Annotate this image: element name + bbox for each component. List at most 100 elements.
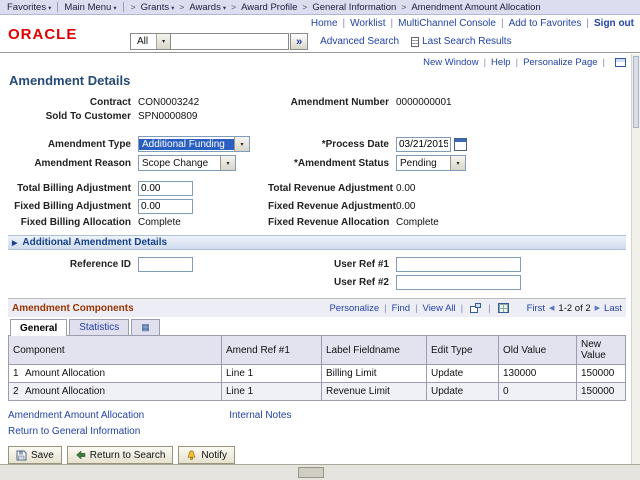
next-row-icon[interactable]: ▶ xyxy=(595,304,600,312)
tab-general[interactable]: General xyxy=(10,319,68,336)
reference-id-label: Reference ID xyxy=(69,259,131,270)
breadcrumb-separator: > xyxy=(401,2,407,12)
column-old-value[interactable]: Old Value xyxy=(498,335,577,365)
view-all-link[interactable]: View All xyxy=(423,303,456,314)
chevron-down-icon[interactable]: ▾ xyxy=(156,34,171,49)
pager-range: 1-2 of 2 xyxy=(558,302,591,314)
column-edit-type[interactable]: Edit Type xyxy=(426,335,499,365)
amendment-type-label: Amendment Type xyxy=(47,138,131,150)
process-date-label: *Process Date xyxy=(321,138,389,150)
breadcrumb-favorites[interactable]: Favorites ▾ xyxy=(5,2,53,13)
personalize-link[interactable]: Personalize xyxy=(329,303,379,314)
chevron-down-icon[interactable]: ▾ xyxy=(234,137,249,151)
user-ref-1-label: User Ref #1 xyxy=(333,259,389,270)
additional-amendment-details-section[interactable]: ▶ Additional Amendment Details xyxy=(8,235,626,250)
find-link[interactable]: Find xyxy=(392,303,410,314)
grid-tabs: General Statistics ▦ xyxy=(8,317,626,336)
amendment-reason-select[interactable]: Scope Change ▾ xyxy=(138,155,236,171)
grid-pager: First ◀ 1-2 of 2 ▶ Last xyxy=(527,303,622,314)
fixed-billing-adjustment-input[interactable] xyxy=(138,199,193,214)
breadcrumb-grants[interactable]: Grants ▾ xyxy=(139,2,177,13)
search-input[interactable] xyxy=(171,33,290,50)
new-window-link[interactable]: New Window xyxy=(423,57,478,68)
return-to-general-information-link[interactable]: Return to General Information xyxy=(8,426,140,437)
chevron-down-icon: ▾ xyxy=(171,4,175,12)
worklist-link[interactable]: Worklist xyxy=(350,18,385,29)
home-link[interactable]: Home xyxy=(311,18,338,29)
application-window: Favorites ▾ Main Menu ▾ > Grants ▾ > Awards… xyxy=(0,0,640,480)
column-new-value[interactable]: New Value xyxy=(576,335,626,365)
column-amend-ref-1[interactable]: Amend Ref #1 xyxy=(221,335,322,365)
amendment-number-value: 0000000001 xyxy=(396,97,452,108)
user-ref-1-input[interactable] xyxy=(396,257,521,272)
last-search-results-link[interactable]: Last Search Results xyxy=(422,36,512,47)
table-row: 1 Amount Allocation Line 1 Billing Limit … xyxy=(8,364,626,383)
vertical-scrollbar-thumb[interactable] xyxy=(633,56,639,128)
table-header-row: Component Amend Ref #1 Label Fieldname E… xyxy=(8,335,626,365)
download-grid-icon[interactable] xyxy=(497,303,509,313)
show-all-columns-tab[interactable]: ▦ xyxy=(131,319,160,335)
horizontal-scrollbar-thumb[interactable] xyxy=(298,467,324,478)
components-table: Component Amend Ref #1 Label Fieldname E… xyxy=(8,335,626,401)
divider: | xyxy=(500,18,504,29)
last-link[interactable]: Last xyxy=(604,303,622,314)
save-button[interactable]: Save xyxy=(8,446,62,464)
vertical-scrollbar[interactable] xyxy=(631,54,640,464)
breadcrumb-awards[interactable]: Awards ▾ xyxy=(187,2,228,13)
footer-links: Amendment Amount Allocation Internal Not… xyxy=(8,410,640,437)
previous-row-icon[interactable]: ◀ xyxy=(549,304,554,312)
breadcrumb: Favorites ▾ Main Menu ▾ > Grants ▾ > Awards… xyxy=(0,0,640,15)
chevron-down-icon: ▾ xyxy=(48,4,52,12)
divider: | xyxy=(384,302,387,314)
amendment-type-value: Additional Funding xyxy=(139,138,234,150)
notify-button[interactable]: Notify xyxy=(178,446,235,464)
amendment-status-select[interactable]: Pending ▾ xyxy=(396,155,466,171)
total-billing-adjustment-input[interactable] xyxy=(138,181,193,196)
advanced-search-link[interactable]: Advanced Search xyxy=(320,36,399,47)
user-ref-2-input[interactable] xyxy=(396,275,521,290)
contract-label: Contract xyxy=(89,97,131,108)
tab-statistics-label: Statistics xyxy=(79,322,120,333)
cell-component: 1 Amount Allocation xyxy=(8,364,222,383)
horizontal-scrollbar[interactable] xyxy=(0,464,640,480)
first-link[interactable]: First xyxy=(527,303,545,314)
return-to-search-button[interactable]: Return to Search xyxy=(66,446,174,464)
reference-id-input[interactable] xyxy=(138,257,193,272)
contract-value: CON0003242 xyxy=(138,97,200,108)
notify-label: Notify xyxy=(201,449,227,461)
user-ref-2-label: User Ref #2 xyxy=(333,277,389,288)
personalize-page-link[interactable]: Personalize Page xyxy=(523,57,597,68)
column-label-fieldname[interactable]: Label Fieldname xyxy=(321,335,427,365)
column-component[interactable]: Component xyxy=(8,335,222,365)
zoom-grid-icon[interactable] xyxy=(470,303,482,313)
amendment-type-select[interactable]: Additional Funding ▾ xyxy=(138,136,250,152)
sold-to-customer-label: Sold To Customer xyxy=(45,111,131,122)
add-to-favorites-link[interactable]: Add to Favorites xyxy=(509,18,582,29)
adjustment-fields: Total Billing Adjustment Total Revenue A… xyxy=(8,181,626,228)
search-scope-select[interactable]: All ▾ xyxy=(130,33,172,50)
amendment-amount-allocation-link[interactable]: Amendment Amount Allocation xyxy=(8,410,144,421)
breadcrumb-separator: > xyxy=(130,2,136,12)
tab-statistics[interactable]: Statistics xyxy=(69,319,130,335)
search-go-button[interactable]: » xyxy=(290,33,309,50)
breadcrumb-award-profile[interactable]: Award Profile xyxy=(239,2,299,13)
header: ORACLE Home | Worklist | MultiChannel Cons… xyxy=(0,15,640,53)
cell-new-value: 150000 xyxy=(576,364,626,383)
sign-out-link[interactable]: Sign out xyxy=(594,18,634,29)
cell-label-fieldname: Billing Limit xyxy=(321,364,427,383)
breadcrumb-grants-label: Grants xyxy=(140,1,170,13)
copy-url-icon[interactable] xyxy=(615,57,626,67)
chevron-down-icon[interactable]: ▾ xyxy=(220,156,235,170)
reference-fields: Reference ID User Ref #1 User Ref #2 xyxy=(8,257,626,290)
multichannel-console-link[interactable]: MultiChannel Console xyxy=(398,18,496,29)
divider: | xyxy=(515,56,519,68)
chevron-down-icon[interactable]: ▾ xyxy=(450,156,465,170)
divider xyxy=(122,2,124,12)
fixed-revenue-allocation-label: Fixed Revenue Allocation xyxy=(268,217,390,228)
breadcrumb-main-menu[interactable]: Main Menu ▾ xyxy=(62,2,118,13)
internal-notes-link[interactable]: Internal Notes xyxy=(229,410,291,421)
process-date-input[interactable] xyxy=(396,136,451,152)
breadcrumb-general-information[interactable]: General Information xyxy=(310,2,398,13)
help-link[interactable]: Help xyxy=(491,57,511,68)
calendar-icon[interactable] xyxy=(454,137,467,151)
